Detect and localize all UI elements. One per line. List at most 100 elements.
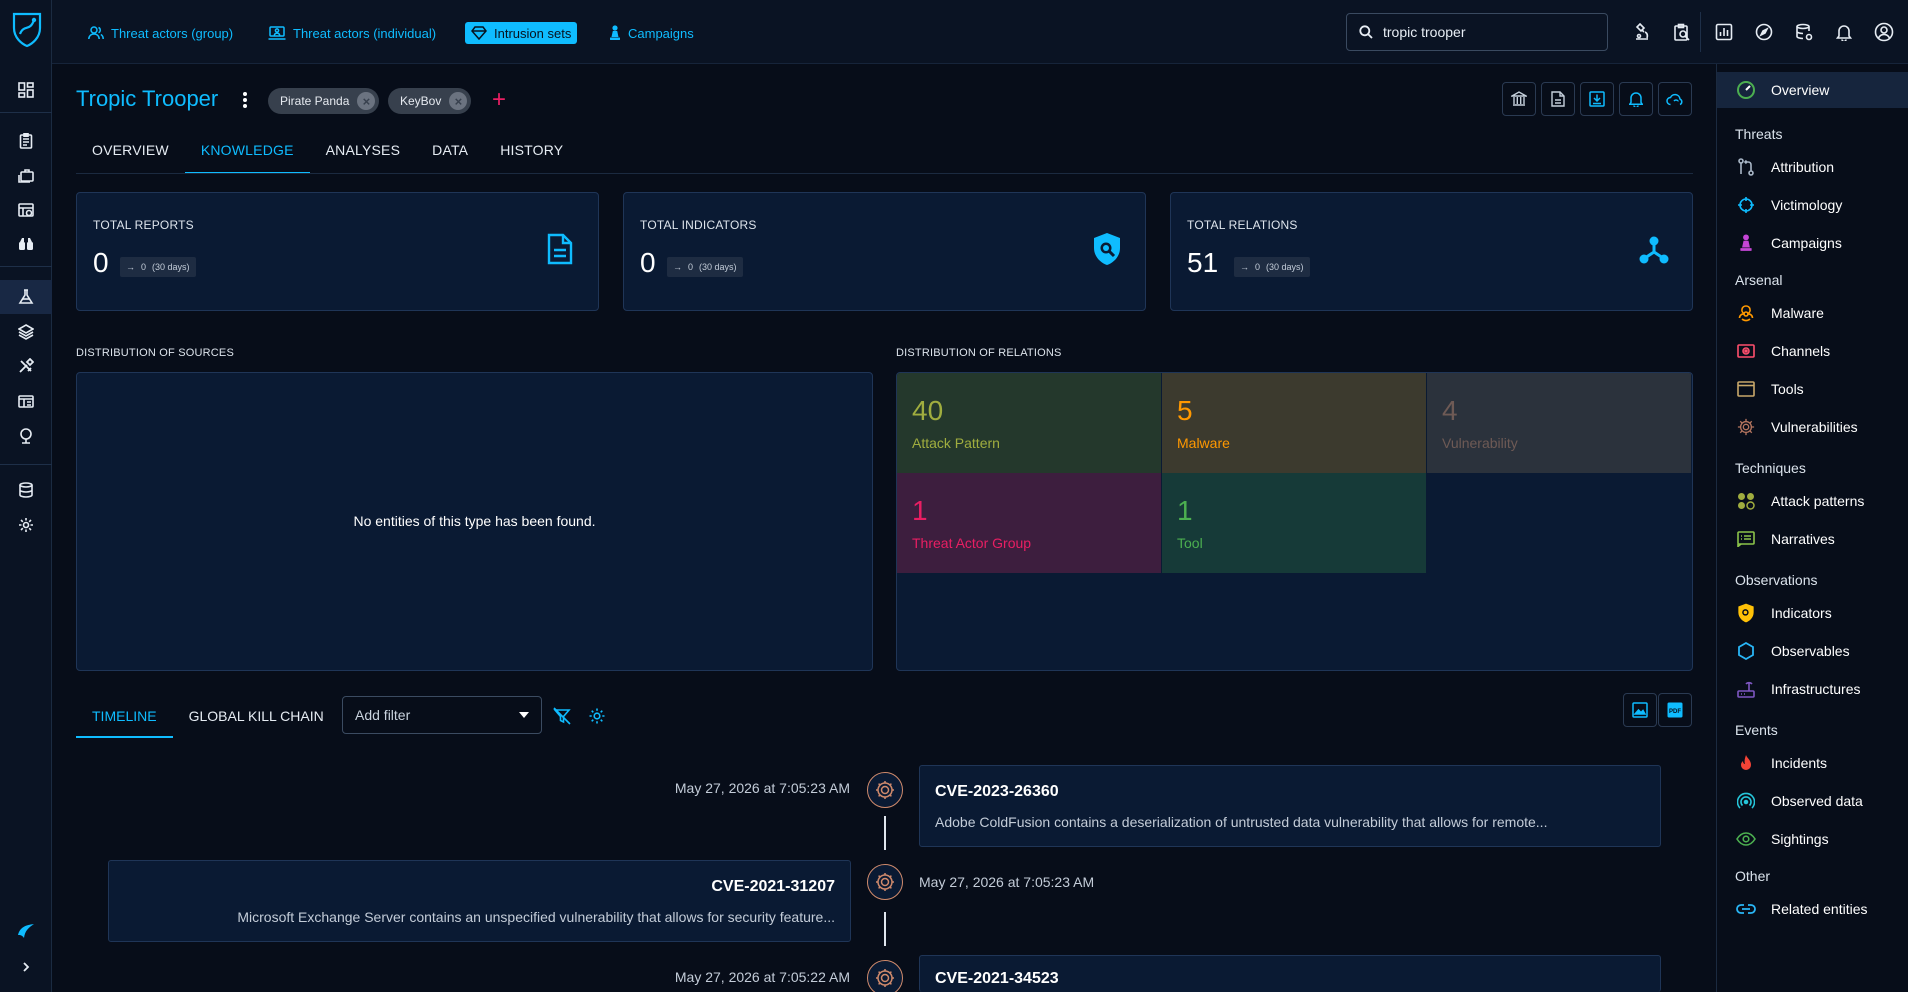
- nav-campaigns[interactable]: Campaigns: [603, 22, 700, 44]
- add-alias-icon[interactable]: +: [492, 88, 506, 112]
- router-icon: [1735, 678, 1757, 700]
- settings-icon[interactable]: [0, 508, 52, 542]
- menu-item-campaigns[interactable]: Campaigns: [1735, 232, 1842, 254]
- arsenal-icon[interactable]: [0, 315, 52, 349]
- trend-period: (30 days): [699, 262, 737, 272]
- tab-data[interactable]: DATA: [416, 130, 484, 174]
- alias-label: KeyBov: [400, 94, 442, 108]
- tab-overview[interactable]: OVERVIEW: [76, 130, 185, 174]
- menu-item-vulnerabilities[interactable]: Vulnerabilities: [1735, 416, 1858, 438]
- nav-intrusion-sets[interactable]: Intrusion sets: [465, 22, 578, 44]
- indicator-shield-icon: [1091, 231, 1123, 267]
- data-icon[interactable]: [0, 473, 52, 507]
- relation-count: 40: [912, 395, 944, 426]
- users-icon: [88, 26, 104, 40]
- app-logo-icon[interactable]: [10, 10, 44, 48]
- menu-item-tools[interactable]: Tools: [1735, 378, 1804, 400]
- menu-item-observables[interactable]: Observables: [1735, 640, 1850, 662]
- more-vert-icon[interactable]: [235, 90, 255, 110]
- tab-global-kill-chain[interactable]: GLOBAL KILL CHAIN: [173, 698, 340, 738]
- database-settings-icon[interactable]: [1794, 22, 1814, 42]
- enrich-button[interactable]: [1658, 82, 1692, 116]
- export-pdf-button[interactable]: [1541, 82, 1575, 116]
- timeline-card[interactable]: CVE-2021-31207 Microsoft Exchange Server…: [108, 860, 851, 942]
- import-button[interactable]: [1580, 82, 1614, 116]
- menu-item-incidents[interactable]: Incidents: [1735, 752, 1827, 774]
- tab-history[interactable]: HISTORY: [484, 130, 579, 174]
- menu-item-attack-patterns[interactable]: Attack patterns: [1735, 490, 1864, 512]
- dashboard-icon[interactable]: [0, 73, 52, 107]
- link-icon: [1735, 898, 1757, 920]
- gear-icon[interactable]: [586, 705, 608, 727]
- microscope-icon[interactable]: [1632, 22, 1652, 42]
- nav-threat-actors-group[interactable]: Threat actors (group): [82, 22, 239, 44]
- compass-icon[interactable]: [1754, 22, 1774, 42]
- timeline-card[interactable]: CVE-2021-34523: [919, 955, 1661, 992]
- gauge-icon: [1735, 79, 1757, 101]
- locations-icon[interactable]: [0, 419, 52, 453]
- menu-item-sightings[interactable]: Sightings: [1735, 828, 1829, 850]
- menu-item-related-entities[interactable]: Related entities: [1735, 898, 1868, 920]
- account-icon[interactable]: [1874, 22, 1894, 42]
- reports-chart-icon[interactable]: [1714, 22, 1734, 42]
- export-pdf-button[interactable]: PDF: [1658, 693, 1692, 727]
- alias-chip[interactable]: KeyBov ×: [388, 88, 472, 114]
- observations-icon[interactable]: [0, 227, 52, 261]
- nav-threat-actors-individual[interactable]: Threat actors (individual): [262, 22, 442, 44]
- svg-text:PDF: PDF: [1669, 709, 1681, 715]
- menu-item-narratives[interactable]: Narratives: [1735, 528, 1835, 550]
- menu-label: Malware: [1771, 305, 1824, 321]
- cases-icon[interactable]: [0, 158, 52, 192]
- empty-message: No entities of this type has been found.: [353, 513, 596, 529]
- bug-icon: [1735, 416, 1757, 438]
- menu-item-victimology[interactable]: Victimology: [1735, 194, 1842, 216]
- global-search[interactable]: tropic trooper: [1346, 13, 1608, 51]
- top-bar: Threat actors (group) Threat actors (ind…: [52, 0, 1908, 64]
- menu-item-infrastructures[interactable]: Infrastructures: [1735, 678, 1860, 700]
- search-input[interactable]: tropic trooper: [1383, 24, 1465, 40]
- menu-overview[interactable]: Overview: [1735, 79, 1829, 101]
- tab-timeline[interactable]: TIMELINE: [76, 698, 173, 738]
- expand-sidebar-icon[interactable]: [0, 950, 52, 984]
- menu-label: Attribution: [1771, 159, 1835, 175]
- menu-item-attribution[interactable]: Attribution: [1735, 156, 1834, 178]
- arrow-right-icon: →: [126, 262, 135, 272]
- threats-icon[interactable]: [0, 280, 52, 314]
- menu-item-malware[interactable]: Malware: [1735, 302, 1824, 324]
- menu-item-indicators[interactable]: Indicators: [1735, 602, 1832, 624]
- remove-alias-icon[interactable]: ×: [449, 92, 468, 110]
- filigran-logo-icon[interactable]: [0, 914, 52, 948]
- clipboard-search-icon[interactable]: [1672, 22, 1692, 42]
- timeline-card[interactable]: CVE-2023-26360 Adobe ColdFusion contains…: [919, 765, 1661, 847]
- remove-alias-icon[interactable]: ×: [357, 92, 376, 110]
- bell-icon[interactable]: [1834, 22, 1854, 42]
- analyses-icon[interactable]: [0, 124, 52, 158]
- stat-card-indicators: TOTAL INDICATORS 0 → 0 (30 days): [623, 192, 1146, 311]
- notify-button[interactable]: [1619, 82, 1653, 116]
- alias-chip[interactable]: Pirate Panda ×: [268, 88, 380, 114]
- menu-group-label: Other: [1735, 868, 1771, 884]
- export-image-button[interactable]: [1623, 693, 1657, 727]
- techniques-icon[interactable]: [0, 349, 52, 383]
- relation-tile[interactable]: 40 Attack Pattern: [897, 373, 1161, 473]
- menu-item-observed-data[interactable]: Observed data: [1735, 790, 1863, 812]
- window-icon: [1735, 378, 1757, 400]
- tab-knowledge[interactable]: KNOWLEDGE: [184, 130, 310, 174]
- trend-value: 0: [1255, 262, 1261, 272]
- entities-icon[interactable]: [0, 384, 52, 418]
- menu-group-label: Arsenal: [1735, 272, 1783, 288]
- relation-tile[interactable]: 1 Tool: [1162, 473, 1426, 573]
- menu-item-channels[interactable]: Channels: [1735, 340, 1830, 362]
- stat-value: 0: [93, 247, 109, 278]
- relation-tile[interactable]: 5 Malware: [1162, 373, 1426, 473]
- relation-tile[interactable]: 4 Vulnerability: [1427, 373, 1691, 473]
- vulnerability-bug-icon: [867, 864, 903, 900]
- attack-pattern-icon: [1735, 490, 1757, 512]
- image-icon: [1632, 702, 1648, 718]
- tab-analyses[interactable]: ANALYSES: [310, 130, 417, 174]
- add-filter-select[interactable]: Add filter: [342, 696, 542, 734]
- analyze-button[interactable]: [1502, 82, 1536, 116]
- relation-tile[interactable]: 1 Threat Actor Group: [897, 473, 1161, 573]
- clear-filters-icon[interactable]: [551, 705, 573, 727]
- events-icon[interactable]: [0, 193, 52, 227]
